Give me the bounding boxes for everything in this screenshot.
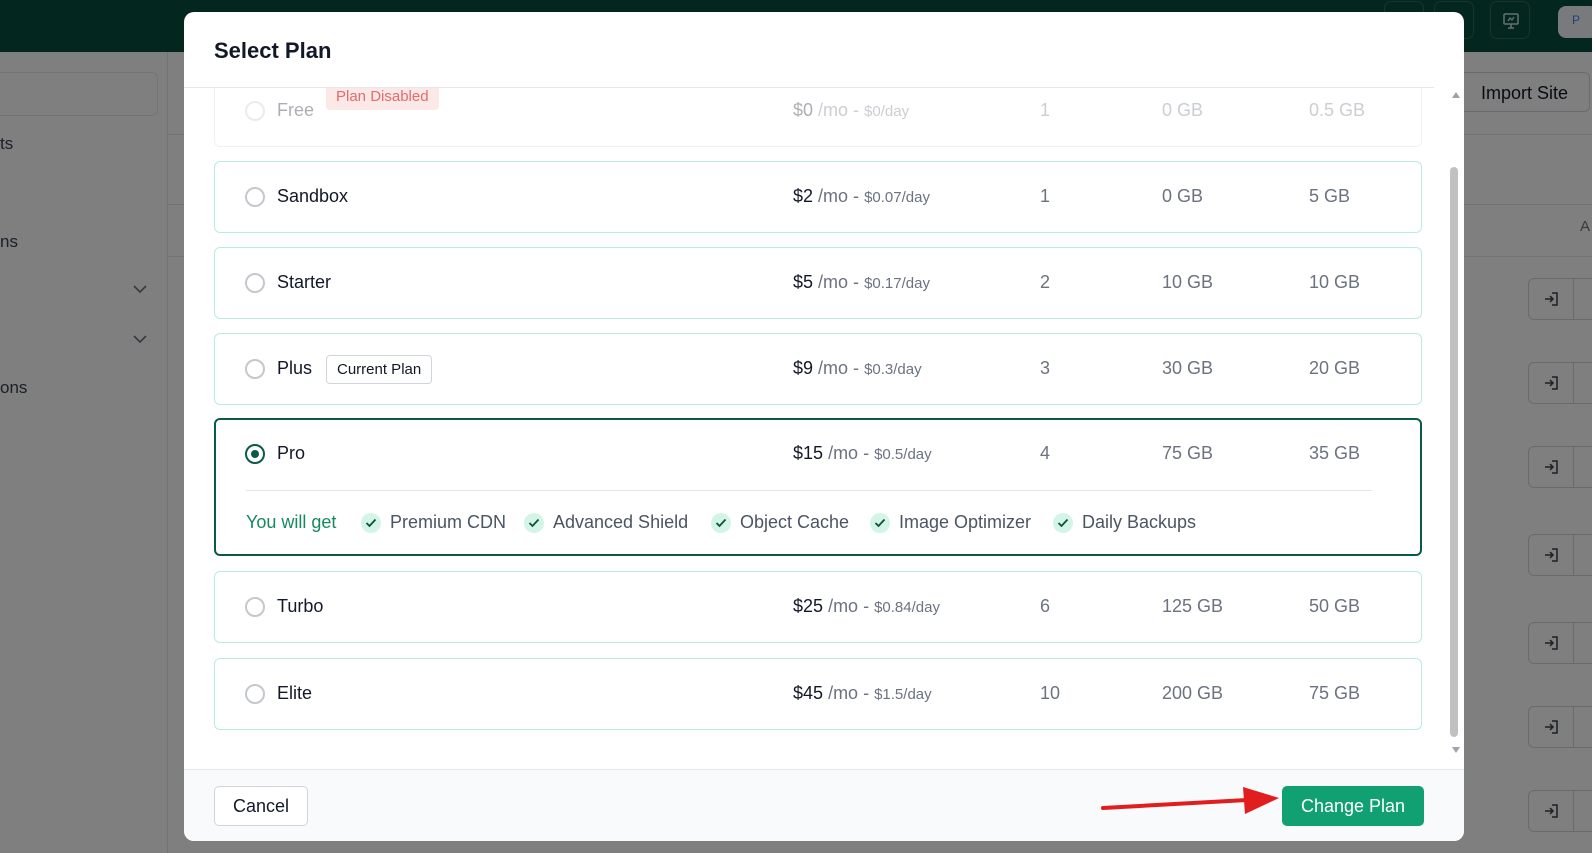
plan-name: Plus [277,358,313,378]
plan-sites: 6 [1040,596,1051,616]
price-monthly: $5 [793,272,814,292]
check-icon [870,513,890,533]
plan-bandwidth: 10 GB [1309,272,1361,292]
plan-price: $0 /mo - $0/day [793,100,909,121]
plan-price: $15 /mo - $0.5/day [793,443,932,464]
price-daily: $0.3/day [864,361,922,378]
plan-storage: 125 GB [1162,596,1224,616]
plan-radio[interactable] [245,187,265,207]
plan-radio[interactable] [245,597,265,617]
divider [246,490,1372,491]
price-monthly: $45 [793,683,824,703]
plan-name: Elite [277,683,313,703]
plan-storage: 75 GB [1162,443,1214,463]
plan-radio[interactable] [245,684,265,704]
check-icon [361,513,381,533]
plan-radio[interactable] [245,273,265,293]
price-monthly: $0 [793,100,814,120]
price-period: /mo - [828,683,875,703]
plan-name: Starter [277,272,332,292]
price-period: /mo - [818,358,865,378]
price-monthly: $9 [793,358,814,378]
plan-option-turbo[interactable]: Turbo $25 /mo - $0.84/day 6 125 GB 50 GB [214,571,1422,643]
plan-bandwidth: 35 GB [1309,443,1361,463]
plan-name: Sandbox [277,186,349,206]
plan-storage: 200 GB [1162,683,1224,703]
price-monthly: $25 [793,596,824,616]
price-period: /mo - [828,443,875,463]
current-plan-badge: Current Plan [326,355,433,384]
price-period: /mo - [818,272,865,292]
plan-price: $2 /mo - $0.07/day [793,186,930,207]
plan-sites: 1 [1040,100,1051,120]
price-daily: $0.07/day [864,189,930,206]
plan-radio-selected[interactable] [245,444,265,464]
plan-storage: 0 GB [1162,186,1204,206]
check-icon [1053,513,1073,533]
feature-label: Image Optimizer [899,512,1032,532]
plan-price: $25 /mo - $0.84/day [793,596,940,617]
modal-title: Select Plan [214,38,332,63]
price-daily: $0/day [864,103,910,120]
plan-name: Pro [277,443,306,463]
plan-radio[interactable] [245,359,265,379]
plan-price: $9 /mo - $0.3/day [793,358,922,379]
plan-sites: 3 [1040,358,1051,378]
plan-bandwidth: 20 GB [1309,358,1361,378]
plan-storage: 0 GB [1162,100,1204,120]
price-daily: $0.84/day [874,599,940,616]
plan-name: Free [277,100,315,120]
feature-label: Object Cache [740,512,850,532]
check-icon [524,513,544,533]
plan-sites: 4 [1040,443,1051,463]
select-plan-modal: Select Plan Free Plan Disabled $0 /mo - … [184,12,1464,841]
price-period: /mo - [818,186,865,206]
you-will-get-label: You will get [246,512,337,532]
plan-storage: 30 GB [1162,358,1214,378]
plan-bandwidth: 50 GB [1309,596,1361,616]
plan-bandwidth: 0.5 GB [1309,100,1366,120]
price-period: /mo - [818,100,865,120]
plan-option-plus[interactable]: Plus Current Plan $9 /mo - $0.3/day 3 30… [214,333,1422,405]
scroll-up-arrow-icon[interactable] [1452,92,1460,98]
arrow-annotation [1101,787,1279,814]
change-plan-button[interactable]: Change Plan [1282,786,1424,826]
plan-sites: 1 [1040,186,1051,206]
plan-option-sandbox[interactable]: Sandbox $2 /mo - $0.07/day 1 0 GB 5 GB [214,161,1422,233]
scrollbar-thumb[interactable] [1450,167,1458,737]
price-period: /mo - [828,596,875,616]
price-monthly: $15 [793,443,824,463]
plan-sites: 10 [1040,683,1061,703]
plan-option-starter[interactable]: Starter $5 /mo - $0.17/day 2 10 GB 10 GB [214,247,1422,319]
plan-sites: 2 [1040,272,1051,292]
feature-label: Premium CDN [390,512,507,532]
plan-name: Turbo [277,596,324,616]
plan-disabled-badge: Plan Disabled [326,88,439,110]
price-monthly: $2 [793,186,814,206]
price-daily: $0.17/day [864,275,930,292]
plan-list[interactable]: Free Plan Disabled $0 /mo - $0/day 1 0 G… [184,88,1446,770]
price-daily: $0.5/day [874,446,932,463]
plan-price: $5 /mo - $0.17/day [793,272,930,293]
plan-storage: 10 GB [1162,272,1214,292]
plan-bandwidth: 5 GB [1309,186,1351,206]
feature-label: Advanced Shield [553,512,689,532]
feature-label: Daily Backups [1082,512,1197,532]
plan-price: $45 /mo - $1.5/day [793,683,932,704]
check-icon [711,513,731,533]
scroll-down-arrow-icon[interactable] [1452,747,1460,753]
plan-radio [245,101,265,121]
price-daily: $1.5/day [874,686,932,703]
plan-option-free: Free Plan Disabled $0 /mo - $0/day 1 0 G… [214,88,1422,147]
plan-option-pro[interactable]: Pro $15 /mo - $0.5/day 4 75 GB 35 GB You… [214,418,1422,556]
plan-option-elite[interactable]: Elite $45 /mo - $1.5/day 10 200 GB 75 GB [214,658,1422,730]
plan-bandwidth: 75 GB [1309,683,1361,703]
cancel-button[interactable]: Cancel [214,786,308,826]
